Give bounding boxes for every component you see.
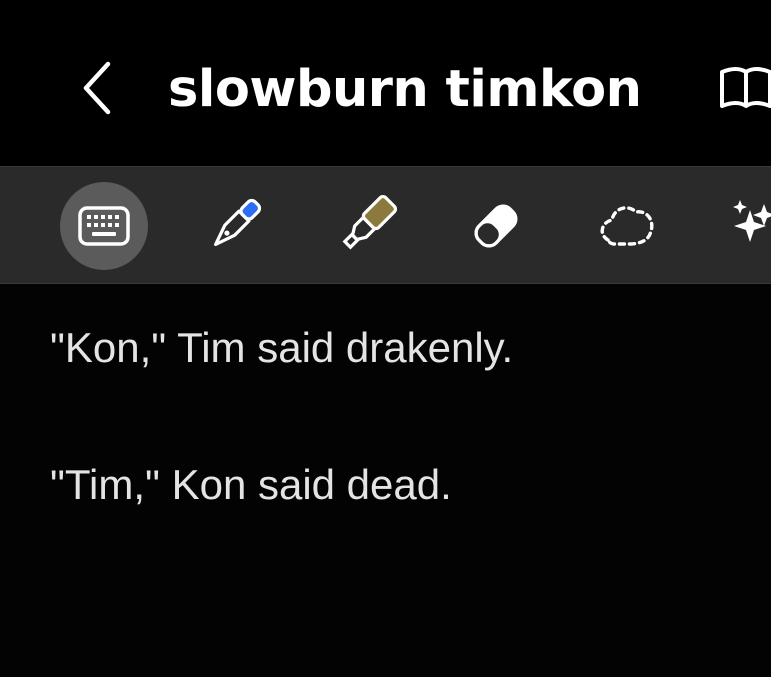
- highlighter-tool-button[interactable]: [322, 182, 410, 270]
- eraser-tool-button[interactable]: [452, 182, 540, 270]
- note-text-line[interactable]: "Tim," Kon said dead.: [50, 459, 452, 511]
- drawing-toolbar: [0, 166, 771, 284]
- keyboard-icon: [78, 206, 130, 246]
- back-button[interactable]: [68, 52, 132, 124]
- highlighter-icon: [342, 194, 398, 250]
- reading-mode-button[interactable]: [712, 60, 771, 116]
- sparkle-icon: [733, 200, 771, 242]
- notes-app: slowburn timkon "Kon," Tim said drakenly…: [0, 0, 771, 677]
- ai-assist-tool-button[interactable]: [716, 182, 771, 270]
- eraser-icon: [474, 204, 518, 248]
- lasso-select-tool-button[interactable]: [584, 182, 672, 270]
- lasso-select-icon: [600, 206, 654, 246]
- note-text-line[interactable]: "Kon," Tim said drakenly.: [50, 322, 513, 374]
- chevron-left-icon: [83, 61, 111, 115]
- note-content[interactable]: "Kon," Tim said drakenly. "Tim," Kon sai…: [0, 284, 771, 677]
- pen-icon: [214, 198, 262, 246]
- note-title[interactable]: slowburn timkon: [168, 58, 642, 122]
- open-book-icon: [720, 67, 771, 108]
- keyboard-tool-button[interactable]: [60, 182, 148, 270]
- pen-tool-button[interactable]: [190, 182, 278, 270]
- header-bar: slowburn timkon: [0, 0, 771, 166]
